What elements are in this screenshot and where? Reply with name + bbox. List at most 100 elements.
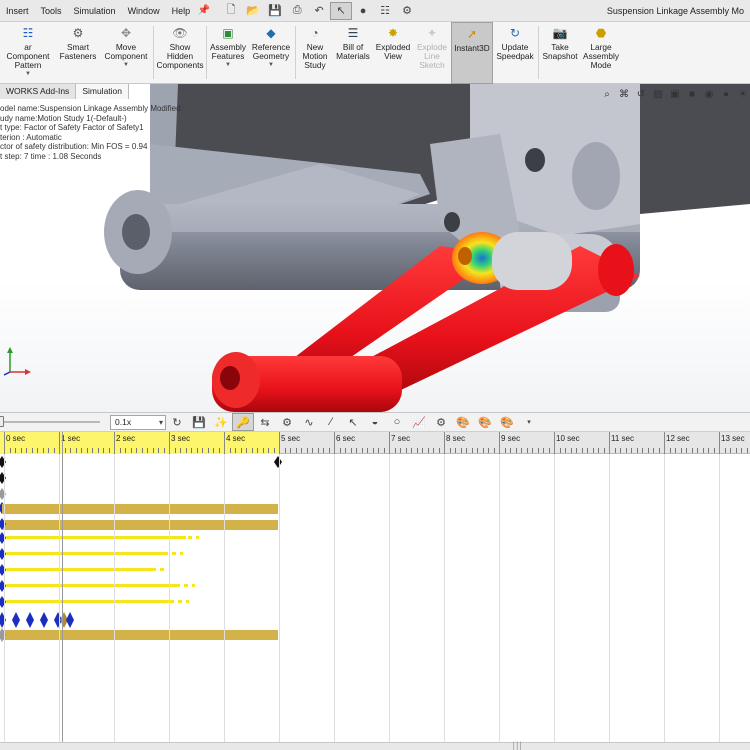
key-point[interactable] (0, 548, 6, 560)
menu-window[interactable]: Window (122, 0, 166, 22)
rocker-boss (572, 142, 620, 210)
more-tools-caret-icon[interactable]: ▾ (518, 413, 540, 431)
contact-icon[interactable]: ◒ (364, 413, 386, 431)
menu-help[interactable]: Help (166, 0, 197, 22)
zoom-to-fit-icon[interactable]: ⌕ (600, 89, 614, 100)
assembly-features-button[interactable]: ▣ Assembly Features ▼ (208, 22, 248, 84)
key-point[interactable] (0, 596, 6, 608)
menu-insert[interactable]: Insert (0, 0, 35, 22)
new-motion-study-button[interactable]: ◔ New Motion Study (297, 22, 333, 84)
ruler-minor-tick (81, 448, 82, 453)
tab-addins[interactable]: WORKS Add-Ins (0, 84, 77, 99)
motion-study-properties-icon[interactable]: ⚙ (430, 413, 452, 431)
ruler-minor-tick (9, 448, 11, 453)
ruler-minor-tick (213, 448, 214, 453)
playback-mode-loop-icon[interactable]: ↻ (166, 413, 188, 431)
component-bar[interactable] (2, 520, 278, 530)
options-gear-icon[interactable]: ⚙ (396, 2, 418, 20)
simulation-results-icon[interactable]: 🎨 (496, 413, 518, 431)
timeline-area[interactable] (0, 454, 750, 744)
key-point[interactable] (274, 456, 282, 468)
calculate-simulation-icon[interactable]: 🎨 (474, 413, 496, 431)
results-plots-icon[interactable]: 📈 (408, 413, 430, 431)
status-scrollbar[interactable]: │││ (0, 742, 750, 750)
zoom-area-icon[interactable]: ⌘ (617, 89, 631, 100)
save-icon[interactable]: 💾 (264, 2, 286, 20)
add-update-key-icon[interactable]: ⇆ (254, 413, 276, 431)
bill-of-materials-button[interactable]: ☰ Bill of Materials (333, 22, 373, 84)
key-point[interactable] (0, 564, 6, 576)
key-point[interactable] (0, 532, 6, 544)
playback-slider[interactable] (0, 412, 100, 432)
update-speedpak-button[interactable]: ↻ Update Speedpak (493, 22, 537, 84)
ruler-minor-tick (372, 448, 374, 453)
tab-simulation[interactable]: Simulation (76, 84, 129, 99)
reference-geometry-button[interactable]: ◆ Reference Geometry ▼ (248, 22, 294, 84)
ruler-minor-tick (312, 448, 313, 453)
key-point[interactable] (12, 612, 20, 628)
motor-icon[interactable]: ⚙ (276, 413, 298, 431)
undo-icon[interactable]: ↶ (308, 2, 330, 20)
key-point[interactable] (0, 472, 6, 484)
take-snapshot-button[interactable]: 📷 Take Snapshot (540, 22, 580, 84)
ruler-minor-tick (108, 448, 110, 453)
timeline-ruler[interactable]: 0 sec 1 sec 2 sec 3 sec 4 sec 5 sec 6 sec 7 sec… (0, 432, 750, 454)
timeline-playhead[interactable] (62, 432, 63, 744)
move-component-button[interactable]: ✥ Move Component ▼ (100, 22, 152, 84)
simulation-setup-icon[interactable]: 🎨 (452, 413, 474, 431)
playback-speed-select[interactable]: 0.1x (110, 414, 166, 430)
show-hidden-components-button[interactable]: 👁 Show Hidden Components (155, 22, 205, 84)
select-pointer-icon[interactable]: ↖ (330, 1, 353, 20)
key-point[interactable] (0, 612, 6, 628)
key-point[interactable] (0, 456, 6, 468)
view-orientation-icon[interactable]: ▣ (668, 89, 682, 100)
menu-simulation[interactable]: Simulation (68, 0, 122, 22)
ruler-minor-tick (92, 448, 93, 453)
force-icon[interactable]: ↖ (342, 413, 364, 431)
print-icon[interactable]: ⎙ (286, 2, 308, 20)
timeline-tracks[interactable] (0, 454, 750, 744)
timeline-gridline (114, 454, 115, 744)
red-link-right-boss[interactable] (598, 244, 634, 296)
menu-tools[interactable]: Tools (35, 0, 68, 22)
key-point[interactable] (40, 612, 48, 628)
component-bar[interactable] (2, 504, 278, 514)
resize-grip-icon[interactable]: │││ (512, 743, 523, 750)
rebuild-traffic-light-icon[interactable]: ● (352, 2, 374, 20)
key-point[interactable] (0, 580, 6, 592)
ruler-minor-tick (466, 448, 467, 453)
timeline-gridline (609, 454, 610, 744)
edit-appearance-icon[interactable]: ● (719, 89, 733, 100)
gravity-icon[interactable]: ○ (386, 413, 408, 431)
save-animation-icon[interactable]: 💾 (188, 413, 210, 431)
file-properties-icon[interactable]: ☷ (374, 2, 396, 20)
display-style-icon[interactable]: ■ (685, 89, 699, 100)
graphics-viewport[interactable]: ⌕ ⌘ ↺ ▨ ▣ ■ ◉ ● ☀ odel name:Suspension L… (0, 84, 750, 412)
previous-view-icon[interactable]: ↺ (634, 89, 648, 100)
spring-icon[interactable]: ∿ (298, 413, 320, 431)
move-icon: ✥ (120, 25, 132, 40)
exploded-view-button[interactable]: ✸ Exploded View (373, 22, 413, 84)
apply-scene-icon[interactable]: ☀ (736, 89, 750, 100)
section-view-icon[interactable]: ▨ (651, 89, 665, 100)
ruler-time-label: 11 sec (611, 434, 634, 443)
smart-fasteners-button[interactable]: ⚙ Smart Fasteners (56, 22, 100, 84)
ruler-minor-tick (53, 448, 55, 453)
slider-knob[interactable] (0, 416, 4, 427)
open-folder-icon[interactable]: 📂 (242, 2, 264, 20)
instant3d-button[interactable]: ➚ Instant3D (451, 22, 493, 84)
component-bar[interactable] (2, 630, 278, 640)
pin-icon[interactable]: 📌 (196, 0, 212, 22)
key-point[interactable] (26, 612, 34, 628)
heads-up-view-toolbar: ⌕ ⌘ ↺ ▨ ▣ ■ ◉ ● ☀ (600, 86, 750, 102)
linear-component-pattern-button[interactable]: ☷ ar Component Pattern ▼ (0, 22, 56, 84)
key-point[interactable] (66, 612, 74, 628)
animation-wizard-icon[interactable]: ✨ (210, 413, 232, 431)
large-assembly-mode-button[interactable]: ⬣ Large Assembly Mode (580, 22, 622, 84)
damper-icon[interactable]: ∕ (320, 413, 342, 431)
key-point[interactable] (0, 488, 6, 500)
explode-line-sketch-button[interactable]: ✦ Explode Line Sketch (413, 22, 451, 84)
autokey-icon[interactable]: 🔑 (232, 413, 254, 431)
hide-show-items-icon[interactable]: ◉ (702, 89, 716, 100)
new-document-icon[interactable]: 🗋 (220, 2, 242, 20)
